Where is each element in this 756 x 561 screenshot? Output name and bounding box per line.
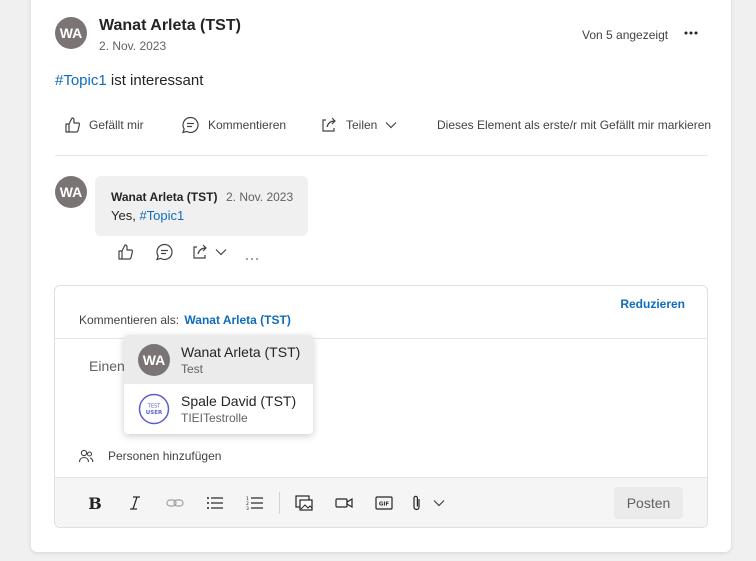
post-button[interactable]: Posten [614,487,683,519]
bold-button[interactable]: B [84,492,106,514]
share-label: Teilen [346,118,378,132]
reply-share-button[interactable] [191,243,231,261]
comment-label: Kommentieren [208,118,287,132]
comment-as-dropdown: WA Wanat Arleta (TST) Test TEST USER Spa… [124,335,313,434]
svg-text:TEST: TEST [147,404,161,410]
reply-bubble: Wanat Arleta (TST) 2. Nov. 2023 Yes, #To… [95,176,308,236]
thumbs-up-icon [118,244,134,260]
author-avatar[interactable]: WA [55,17,87,49]
paperclip-icon [413,495,420,511]
share-icon [193,244,207,259]
like-button[interactable]: Gefällt mir [63,116,144,134]
thumbs-up-icon [65,117,81,133]
mark-first-like-label: Dieses Element als erste/r mit Gefällt m… [437,118,712,132]
reply-hashtag-link[interactable]: #Topic1 [139,208,184,223]
more-options-icon [246,258,258,260]
post-date: 2. Nov. 2023 [99,39,167,53]
reply-like-button[interactable] [116,243,134,261]
svg-text:GIF: GIF [379,502,390,508]
comment-icon [156,243,173,261]
comment-icon [182,116,199,134]
comment-button[interactable]: Kommentieren [181,116,286,134]
link-button[interactable] [164,492,186,514]
comment-text-input[interactable]: Einen [89,358,125,374]
svg-text:3: 3 [246,506,249,510]
comment-as-user-selector[interactable]: Wanat Arleta (TST) [184,313,290,327]
post-hashtag-link[interactable]: #Topic1 [55,72,107,89]
identity-avatar: WA [138,344,170,376]
reply-more-button[interactable] [245,248,259,260]
insert-video-button[interactable] [333,492,355,514]
actions-divider [55,155,708,156]
add-people-label: Personen hinzufügen [108,449,222,463]
numbered-list-icon: 123 [246,496,263,510]
link-icon [166,499,184,507]
reply-body: Yes, #Topic1 [111,208,184,223]
like-label: Gefällt mir [89,118,144,132]
image-icon [295,495,313,511]
comment-as-row: Kommentieren als: Wanat Arleta (TST) [79,313,291,327]
share-icon [322,117,336,132]
collapse-button[interactable]: Reduzieren [620,297,685,311]
identity-subtitle: TIEITestrolle [181,411,248,425]
insert-gif-button[interactable]: GIF [373,492,395,514]
post-body: #Topic1 ist interessant [55,72,203,89]
reply-avatar[interactable]: WA [55,176,87,208]
add-people-button[interactable]: Personen hinzufügen [78,448,221,464]
add-people-icon [78,449,94,463]
video-icon [335,497,353,509]
identity-name: Spale David (TST) [181,393,297,409]
comment-as-label: Kommentieren als: [79,313,180,327]
numbered-list-button[interactable]: 123 [244,492,266,514]
italic-icon [130,496,140,510]
more-options-button[interactable] [681,23,701,43]
more-options-icon [684,31,698,35]
bold-icon: B [88,493,102,513]
formatting-toolbar: B 123 GIF Posten [55,477,707,527]
bulleted-list-button[interactable] [204,492,226,514]
share-button[interactable]: Teilen [320,116,405,134]
toolbar-divider [279,492,280,514]
author-avatar-initials: WA [59,25,83,41]
chevron-down-icon [215,249,227,256]
reply-avatar-initials: WA [59,184,83,200]
test-user-badge-icon: TEST USER [138,393,170,425]
svg-text:USER: USER [146,410,163,416]
attach-file-button[interactable] [411,492,453,514]
chevron-down-icon [385,122,397,129]
reply-date: 2. Nov. 2023 [226,190,294,204]
identity-option[interactable]: WA Wanat Arleta (TST) Test [124,335,313,384]
reply-comment-button[interactable] [155,243,174,261]
chevron-down-icon [433,500,445,507]
identity-avatar-initials: WA [142,352,166,368]
identity-option[interactable]: TEST USER Spale David (TST) TIEITestroll… [124,384,313,433]
post-card: WA Wanat Arleta (TST) 2. Nov. 2023 Von 5… [31,0,731,552]
reply-author-name[interactable]: Wanat Arleta (TST) [111,190,217,204]
insert-image-button[interactable] [293,492,315,514]
identity-subtitle: Test [181,362,204,376]
post-body-text: ist interessant [106,72,204,89]
bulleted-list-icon [207,497,223,509]
mark-first-like-link[interactable]: Dieses Element als erste/r mit Gefällt m… [437,118,711,132]
italic-button[interactable] [124,492,146,514]
seen-by-count[interactable]: Von 5 angezeigt [582,28,668,42]
gif-icon: GIF [375,496,393,510]
identity-name: Wanat Arleta (TST) [181,344,301,360]
reply-text: Yes, [111,208,140,223]
post-author-name[interactable]: Wanat Arleta (TST) [99,17,241,35]
